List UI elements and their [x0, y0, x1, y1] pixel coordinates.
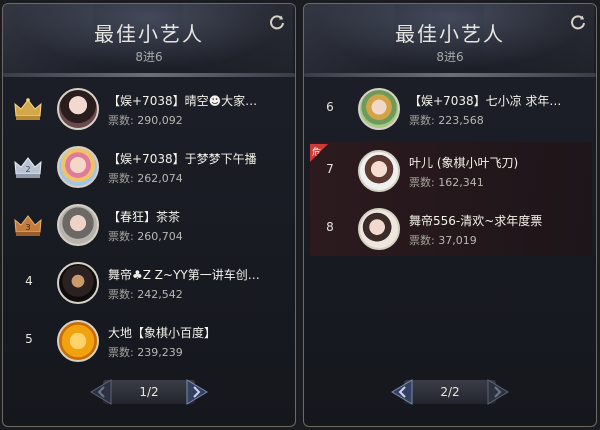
votes-value: 223,568: [438, 114, 484, 127]
artist-name: 大地【象棋小百度】: [108, 326, 217, 340]
vote-count: 票数: 260,704: [108, 228, 183, 244]
panel-title: 最佳小艺人: [94, 22, 204, 46]
votes-label: 票数:: [108, 288, 134, 301]
vote-count: 票数: 239,239: [108, 344, 183, 360]
panel-subtitle: 8进6: [135, 50, 163, 64]
header-divider: [304, 73, 596, 77]
votes-label: 票数:: [108, 346, 134, 359]
danger-corner-badge: 危: [310, 144, 328, 162]
panel-header: 最佳小艺人 8进6: [3, 4, 295, 74]
pagination-control: 1/2: [89, 378, 209, 406]
ranking-row[interactable]: 4 舞帝♣Z Z~YY第一讲车创… 票数: 242,542: [3, 256, 295, 314]
avatar: [358, 88, 400, 130]
vote-count: 票数: 290,092: [108, 112, 183, 128]
votes-label: 票数:: [108, 230, 134, 243]
svg-text:3: 3: [25, 223, 30, 232]
artist-name: 【娱+7038】晴空☻大家…: [108, 94, 258, 108]
panel-header: 最佳小艺人 8进6: [304, 4, 596, 74]
pagination-control: 2/2: [390, 378, 510, 406]
votes-label: 票数:: [108, 114, 134, 127]
panel-subtitle: 8进6: [436, 50, 464, 64]
header-divider: [3, 73, 295, 77]
refresh-icon[interactable]: [570, 14, 586, 30]
silver-crown-icon: 2: [13, 154, 43, 180]
rank-number: 6: [326, 100, 334, 114]
artist-name: 【春狂】茶茶: [108, 210, 181, 224]
danger-badge-text: 危: [312, 148, 322, 158]
ranking-row[interactable]: 8 舞帝556-清欢~求年度票 票数: 37,019: [304, 202, 596, 260]
next-page-arrow-icon[interactable]: [185, 378, 209, 406]
votes-value: 290,092: [137, 114, 183, 127]
votes-value: 262,074: [137, 172, 183, 185]
artist-name: 【娱+7038】于梦梦下午播: [108, 152, 257, 166]
ranking-row[interactable]: 2 【娱+7038】于梦梦下午播 票数: 262,074: [3, 140, 295, 198]
avatar: [57, 88, 99, 130]
avatar: [358, 208, 400, 250]
artist-name: 舞帝♣Z Z~YY第一讲车创…: [108, 268, 260, 282]
ranking-row[interactable]: 3 【春狂】茶茶 票数: 260,704: [3, 198, 295, 256]
avatar: [57, 320, 99, 362]
vote-count: 票数: 37,019: [409, 232, 477, 248]
vote-count: 票数: 162,341: [409, 174, 484, 190]
vote-count: 票数: 223,568: [409, 112, 484, 128]
votes-value: 260,704: [137, 230, 183, 243]
pagination: 1/2: [3, 378, 295, 408]
next-page-arrow-icon[interactable]: [486, 378, 510, 406]
rank-number: 5: [25, 332, 33, 346]
pagination: 2/2: [304, 378, 596, 408]
avatar: [358, 150, 400, 192]
bronze-crown-icon: 3: [13, 212, 43, 238]
gold-crown-icon: [13, 96, 43, 122]
votes-label: 票数:: [409, 234, 435, 247]
artist-name: 叶儿 (象棋小叶飞刀): [409, 156, 519, 170]
rank-number: 7: [326, 162, 334, 176]
votes-label: 票数:: [108, 172, 134, 185]
artist-name: 舞帝556-清欢~求年度票: [409, 214, 543, 228]
svg-text:2: 2: [25, 165, 30, 174]
votes-value: 37,019: [438, 234, 477, 247]
votes-label: 票数:: [409, 114, 435, 127]
avatar: [57, 204, 99, 246]
vote-count: 票数: 262,074: [108, 170, 183, 186]
votes-value: 239,239: [137, 346, 183, 359]
ranking-panel-page-2: 最佳小艺人 8进6 6 【娱+7038】七小凉 求年… 票数: 223,568 …: [303, 3, 597, 427]
ranking-row[interactable]: 5 大地【象棋小百度】 票数: 239,239: [3, 314, 295, 372]
vote-count: 票数: 242,542: [108, 286, 183, 302]
artist-name: 【娱+7038】七小凉 求年…: [409, 94, 562, 108]
votes-value: 162,341: [438, 176, 484, 189]
ranking-row[interactable]: 6 【娱+7038】七小凉 求年… 票数: 223,568: [304, 82, 596, 140]
ranking-panel-page-1: 最佳小艺人 8进6 【娱+7038】晴空☻大家… 票数: 290,092 2 【…: [2, 3, 296, 427]
avatar: [57, 146, 99, 188]
panel-title: 最佳小艺人: [395, 22, 505, 46]
ranking-row[interactable]: 【娱+7038】晴空☻大家… 票数: 290,092: [3, 82, 295, 140]
rank-number: 4: [25, 274, 33, 288]
rank-number: 8: [326, 220, 334, 234]
ranking-row-warning[interactable]: 危 7 叶儿 (象棋小叶飞刀) 票数: 162,341: [304, 144, 596, 202]
avatar: [57, 262, 99, 304]
votes-value: 242,542: [137, 288, 183, 301]
refresh-icon[interactable]: [269, 14, 285, 30]
votes-label: 票数:: [409, 176, 435, 189]
